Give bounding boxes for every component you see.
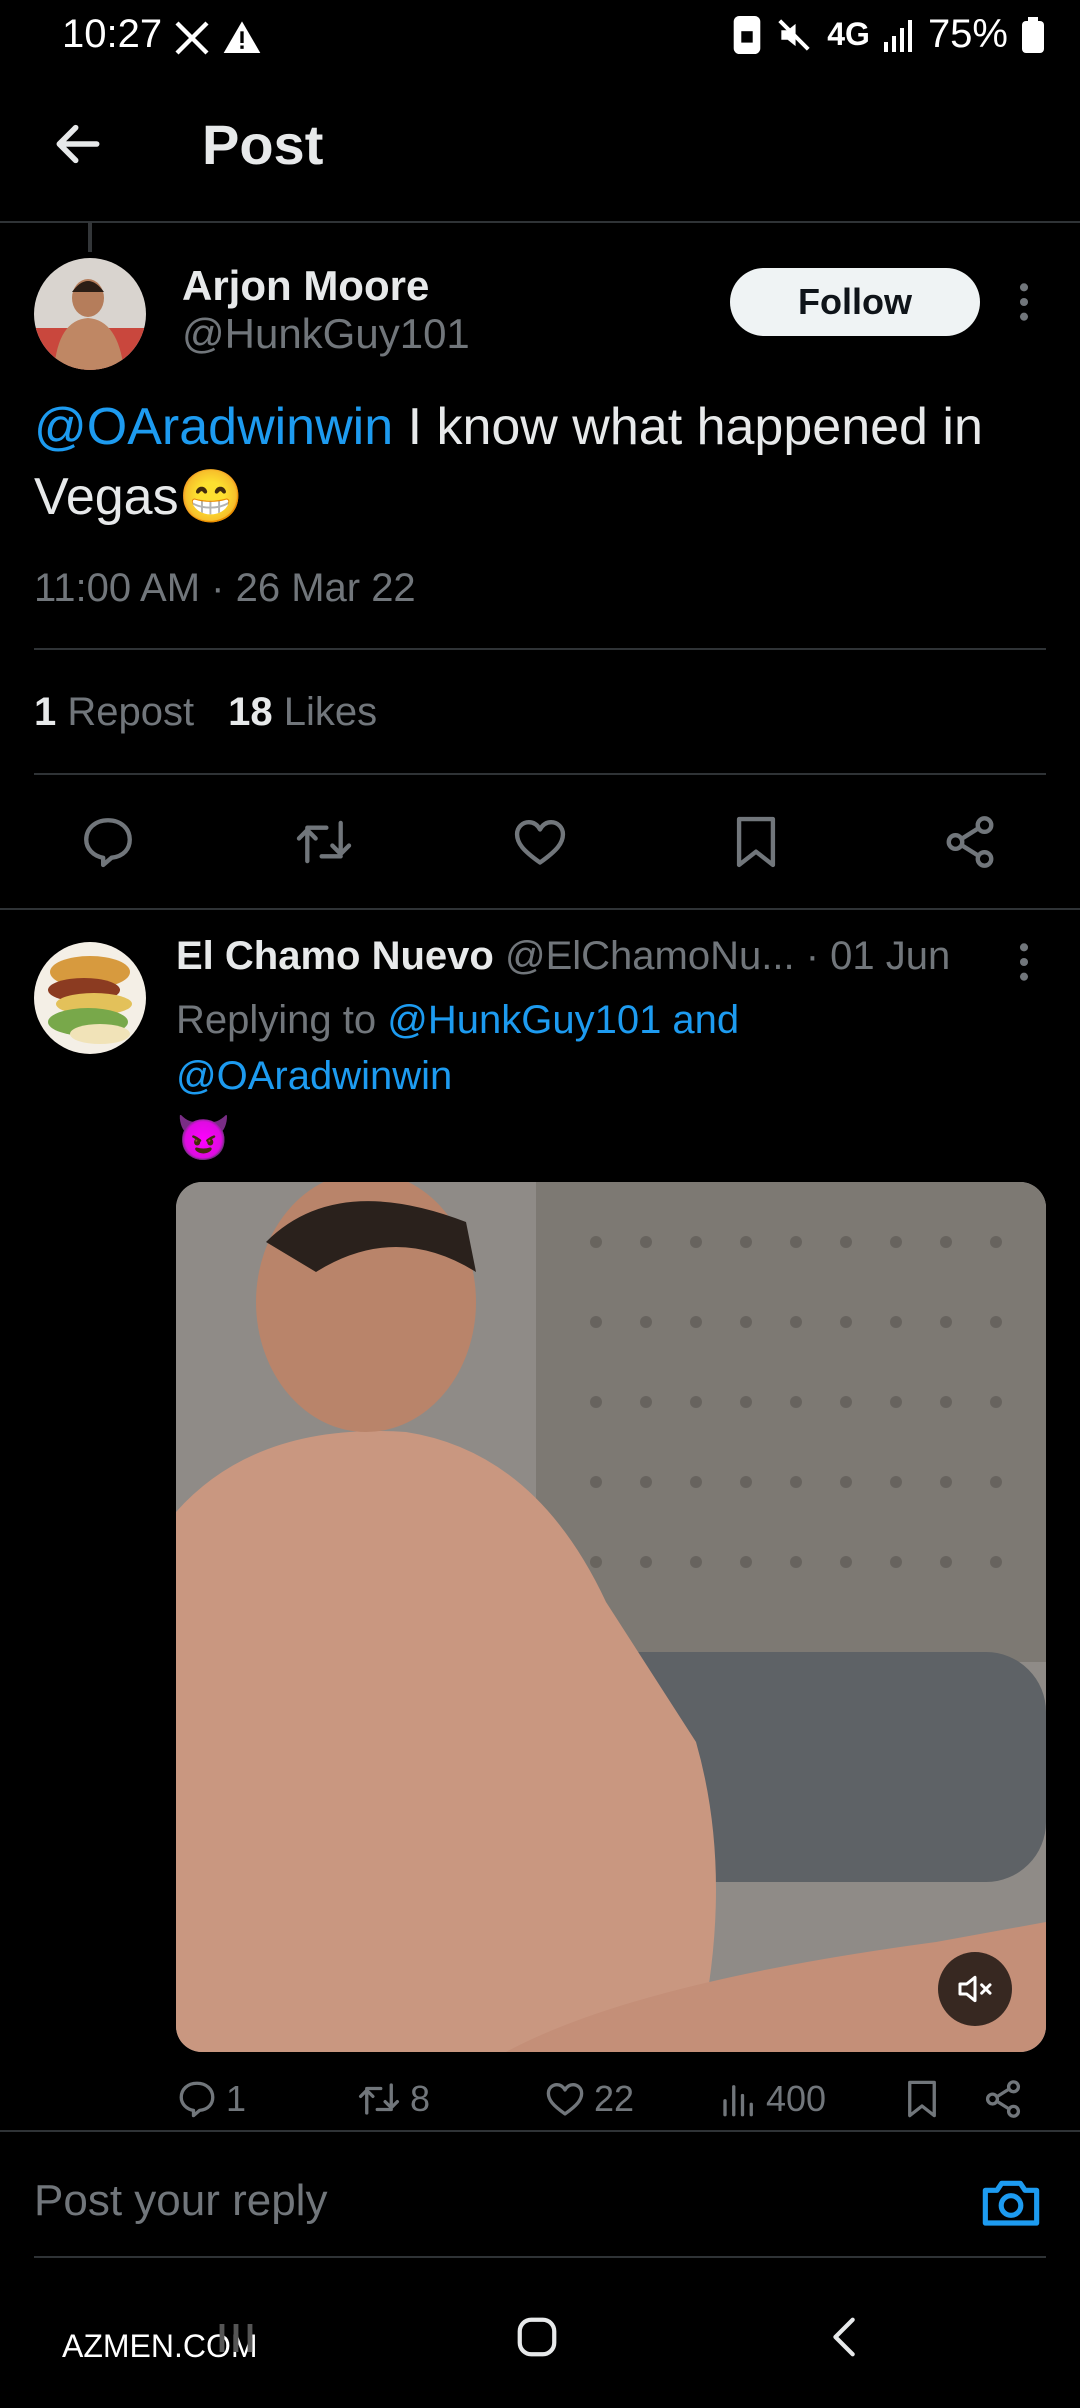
replying-prefix: Replying to xyxy=(176,998,388,1042)
video-mute-button[interactable] xyxy=(938,1952,1012,2026)
reply-author-avatar[interactable] xyxy=(34,942,146,1054)
reply-repost-count: 8 xyxy=(410,2078,431,2119)
reply-header: El Chamo Nuevo @ElChamoNu... · 01 Jun xyxy=(176,934,976,979)
divider xyxy=(34,2256,1046,2258)
share-button[interactable] xyxy=(930,802,1010,882)
divider xyxy=(0,908,1080,910)
reply-comment-action[interactable]: 1 xyxy=(176,2078,246,2120)
reply-date[interactable]: · 01 Jun xyxy=(806,934,951,978)
heart-icon xyxy=(544,2078,586,2120)
repost-button[interactable] xyxy=(284,802,364,882)
reply-button[interactable] xyxy=(68,802,148,882)
author-avatar[interactable] xyxy=(34,258,146,370)
thread-line xyxy=(88,222,92,252)
replying-to-link-2[interactable]: @OAradwinwin xyxy=(176,1054,452,1098)
camera-icon[interactable] xyxy=(980,2174,1042,2230)
reply-comment-count: 1 xyxy=(226,2078,247,2119)
divider xyxy=(34,773,1046,775)
x-logo-icon xyxy=(172,18,212,58)
lock-icon xyxy=(733,15,761,54)
follow-button[interactable]: Follow xyxy=(730,268,980,336)
reply-like-action[interactable]: 22 xyxy=(544,2078,634,2120)
divider xyxy=(0,2130,1080,2132)
reply-more-options-icon[interactable] xyxy=(1006,940,1042,984)
network-label: 4G xyxy=(827,16,870,52)
back-arrow-icon[interactable] xyxy=(50,116,106,172)
reply-bookmark-action[interactable] xyxy=(904,2078,940,2120)
divider xyxy=(0,221,1080,223)
reply-view-count: 400 xyxy=(766,2078,827,2119)
reply-author-handle[interactable]: @ElChamoNu... xyxy=(505,934,795,978)
recent-apps-icon[interactable] xyxy=(214,2316,258,2360)
reply-like-count: 22 xyxy=(594,2078,635,2119)
battery-icon xyxy=(1022,16,1044,53)
post-text: @OAradwinwin I know what happened in Veg… xyxy=(34,392,1044,532)
post-mention-link[interactable]: @OAradwinwin xyxy=(34,398,393,456)
reply-views-action[interactable]: 400 xyxy=(720,2078,826,2120)
post-timestamp[interactable]: 11:00 AM · 26 Mar 22 xyxy=(34,566,416,611)
reply-share-action[interactable] xyxy=(982,2078,1024,2120)
bookmark-icon xyxy=(904,2078,940,2120)
post-stats: 1 Repost 18 Likes xyxy=(34,690,377,735)
like-button[interactable] xyxy=(500,802,580,882)
devil-emoji: 😈 xyxy=(176,1114,231,1163)
comment-icon xyxy=(176,2078,218,2120)
repost-stat[interactable]: 1 Repost xyxy=(34,690,194,735)
status-right: 4G 75% xyxy=(733,12,1044,57)
replying-to: Replying to @HunkGuy101 and @OAradwinwin xyxy=(176,992,1016,1104)
repost-icon xyxy=(293,813,355,871)
page-title: Post xyxy=(202,113,324,176)
comment-icon xyxy=(79,813,137,871)
likes-stat[interactable]: 18 Likes xyxy=(228,690,377,735)
share-icon xyxy=(982,2078,1024,2120)
mute-icon xyxy=(775,16,813,54)
back-nav-icon[interactable] xyxy=(822,2312,868,2362)
heart-icon xyxy=(511,813,569,871)
bookmark-button[interactable] xyxy=(716,802,796,882)
replying-to-link[interactable]: @HunkGuy101 and xyxy=(387,998,739,1042)
reply-author-name[interactable]: El Chamo Nuevo xyxy=(176,934,494,978)
repost-count: 1 xyxy=(34,690,57,734)
likes-count: 18 xyxy=(228,690,273,734)
views-chart-icon xyxy=(720,2078,758,2120)
volume-muted-icon xyxy=(955,1969,995,2009)
more-options-icon[interactable] xyxy=(1006,280,1042,324)
battery-percent: 75% xyxy=(927,12,1008,56)
bookmark-icon xyxy=(730,813,782,871)
author-handle[interactable]: @HunkGuy101 xyxy=(182,310,470,358)
author-name[interactable]: Arjon Moore xyxy=(182,262,429,310)
reply-repost-action[interactable]: 8 xyxy=(356,2078,430,2120)
reply-compose-input[interactable]: Post your reply xyxy=(34,2176,327,2226)
grin-emoji: 😁 xyxy=(178,468,244,526)
repost-label: Repost xyxy=(67,690,195,734)
reply-video[interactable] xyxy=(176,1182,1046,2052)
share-icon xyxy=(941,813,999,871)
status-time: 10:27 xyxy=(62,12,163,56)
warning-icon xyxy=(222,18,262,58)
likes-label: Likes xyxy=(283,690,378,734)
divider xyxy=(34,648,1046,650)
signal-icon xyxy=(883,18,914,52)
home-icon[interactable] xyxy=(514,2314,560,2360)
repost-icon xyxy=(356,2078,402,2120)
